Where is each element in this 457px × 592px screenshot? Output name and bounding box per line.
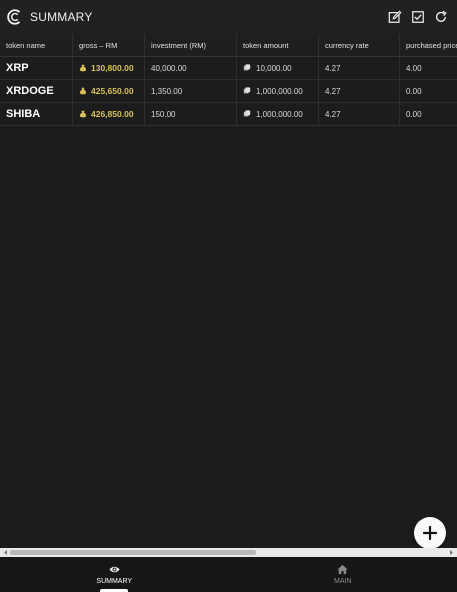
token-amount-value: 10,000.00: [256, 63, 292, 73]
refresh-button[interactable]: [434, 10, 448, 24]
add-token-button[interactable]: [414, 517, 446, 549]
plus-icon: [423, 526, 437, 540]
header-token-amount[interactable]: token amount: [237, 34, 319, 56]
nav-main[interactable]: MAIN: [229, 557, 457, 592]
money-bag-icon: [80, 87, 86, 95]
token-amount-value: 1,000,000.00: [256, 109, 303, 119]
currency-rate-value: 4.27: [325, 109, 341, 119]
app-bar: SUMMARY: [0, 0, 457, 35]
purchased-price-value: 0.00: [406, 86, 422, 96]
checkbox-icon: [412, 11, 424, 23]
currency-rate-value: 4.27: [325, 86, 341, 96]
gross-value: 130,800.00: [91, 63, 134, 73]
page-title: SUMMARY: [30, 10, 93, 24]
scroll-right-icon[interactable]: [448, 549, 455, 556]
eye-icon: [109, 566, 120, 573]
edit-button[interactable]: [388, 10, 402, 24]
money-bag-icon: [80, 110, 86, 118]
coins-icon: [243, 64, 251, 71]
c-logo-icon: [7, 9, 21, 25]
bottom-navigation: SUMMARY MAIN: [0, 557, 457, 592]
appbar-actions: [388, 10, 457, 24]
nav-main-label: MAIN: [334, 578, 352, 585]
scrollbar-thumb[interactable]: [10, 550, 256, 555]
horizontal-scrollbar[interactable]: [0, 548, 457, 557]
nav-summary[interactable]: SUMMARY: [0, 557, 229, 592]
gross-value: 426,850.00: [91, 109, 134, 119]
table-header-row: token name gross – RM investment (RM) to…: [0, 34, 457, 57]
table-row[interactable]: XRDOGE 425,650.00 1,350.00 1,000,000.00 …: [0, 80, 457, 103]
investment-value: 40,000.00: [151, 63, 187, 73]
investment-value: 1,350.00: [151, 86, 183, 96]
header-gross[interactable]: gross – RM: [73, 34, 145, 56]
currency-rate-value: 4.27: [325, 63, 341, 73]
money-bag-icon: [80, 64, 86, 72]
purchased-price-value: 0.00: [406, 109, 422, 119]
token-name: XRP: [6, 62, 29, 74]
coins-icon: [243, 110, 251, 117]
header-purchased-price[interactable]: purchased price: [400, 34, 457, 56]
summary-table: token name gross – RM investment (RM) to…: [0, 34, 457, 548]
coins-icon: [243, 87, 251, 94]
scroll-left-icon[interactable]: [2, 549, 9, 556]
token-name: SHIBA: [6, 108, 41, 120]
token-name: XRDOGE: [6, 85, 54, 97]
token-amount-value: 1,000,000.00: [256, 86, 303, 96]
refresh-icon: [435, 10, 447, 22]
table-row[interactable]: SHIBA 426,850.00 150.00 1,000,000.00 4.2…: [0, 103, 457, 126]
header-token-name[interactable]: token name: [0, 34, 73, 56]
edit-icon: [388, 10, 402, 23]
header-investment[interactable]: investment (RM): [145, 34, 237, 56]
investment-value: 150.00: [151, 109, 176, 119]
home-icon: [337, 564, 348, 575]
nav-summary-label: SUMMARY: [96, 578, 133, 585]
gross-value: 425,650.00: [91, 86, 134, 96]
header-currency-rate[interactable]: currency rate: [319, 34, 400, 56]
purchased-price-value: 4.00: [406, 63, 422, 73]
select-all-button[interactable]: [411, 10, 425, 24]
table-row[interactable]: XRP 130,800.00 40,000.00 10,000.00 4.27 …: [0, 57, 457, 80]
